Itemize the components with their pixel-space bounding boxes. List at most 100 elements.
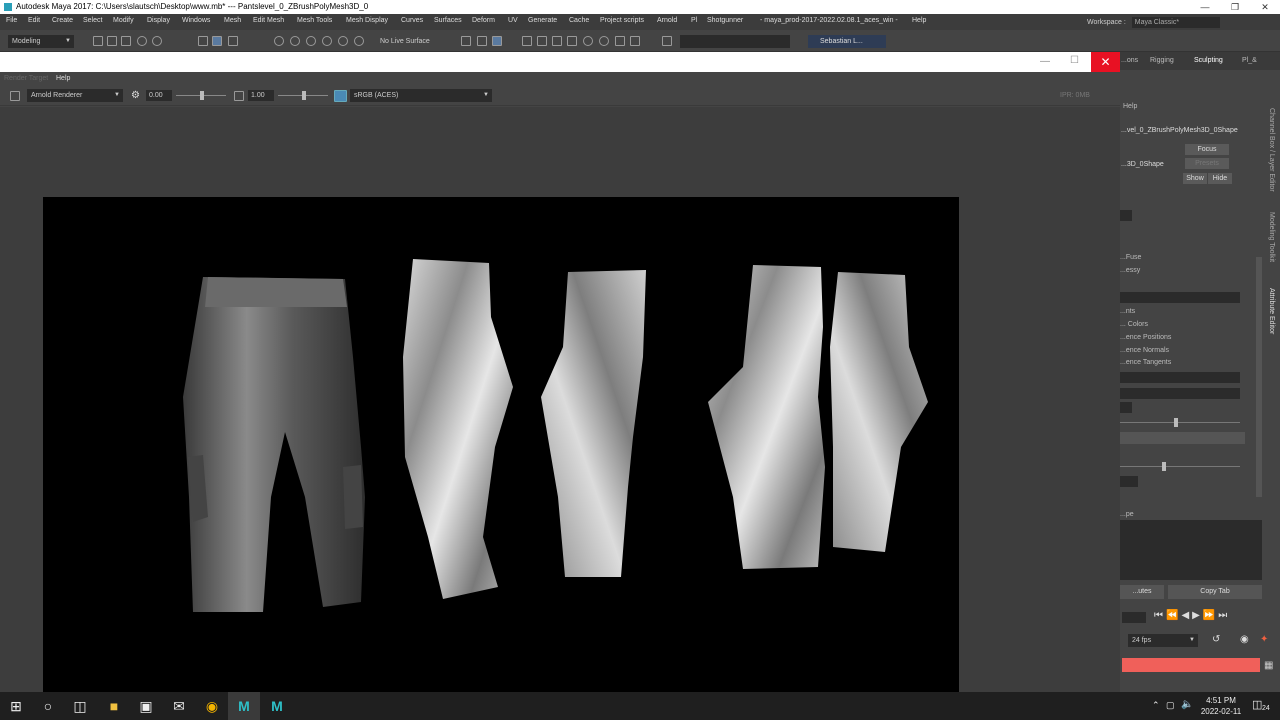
gamma-field[interactable]: 1.00 xyxy=(248,90,274,101)
menu-create[interactable]: Create xyxy=(52,17,73,24)
workspace-dropdown[interactable]: Maya Classic* xyxy=(1131,17,1220,28)
gamma-slider-handle[interactable] xyxy=(302,91,306,100)
menu-modify[interactable]: Modify xyxy=(113,17,134,24)
exposure-slider-handle[interactable] xyxy=(200,91,204,100)
new-scene-icon[interactable] xyxy=(93,36,103,46)
menu-deform[interactable]: Deform xyxy=(472,17,495,24)
close-icon[interactable]: ✕ xyxy=(1250,0,1280,14)
command-line-error-bar[interactable] xyxy=(1122,658,1260,672)
ae-shape-field[interactable]: ...3D_0Shape xyxy=(1121,161,1164,168)
render-settings-icon[interactable] xyxy=(552,36,562,46)
tab-rigging[interactable]: Rigging xyxy=(1150,57,1174,64)
input-line-icon[interactable] xyxy=(662,36,672,46)
render-view-icon[interactable] xyxy=(583,36,593,46)
ae-dropdown-2[interactable] xyxy=(1120,402,1132,413)
menu-cache[interactable]: Cache xyxy=(569,17,589,24)
undo-icon[interactable] xyxy=(137,36,147,46)
taskbar-clock[interactable]: 4:51 PM 2022-02-11 xyxy=(1196,695,1246,717)
tray-chevron-icon[interactable]: ⌃ xyxy=(1152,700,1160,711)
snap-point-icon[interactable] xyxy=(306,36,316,46)
ae-dropdown-3[interactable] xyxy=(1120,476,1138,487)
network-icon[interactable]: ▢ xyxy=(1166,700,1175,711)
script-editor-icon[interactable]: ▦ xyxy=(1264,660,1273,671)
menu-render-target[interactable]: Render Target xyxy=(4,75,48,82)
snap-view-plane-icon[interactable] xyxy=(322,36,332,46)
save-scene-icon[interactable] xyxy=(121,36,131,46)
render-frame-icon[interactable] xyxy=(522,36,532,46)
snap-curve-icon[interactable] xyxy=(290,36,300,46)
menu-display[interactable]: Display xyxy=(147,17,170,24)
current-frame-field[interactable] xyxy=(1122,612,1146,623)
rv-minimize-icon[interactable]: — xyxy=(1040,56,1050,67)
maya-taskbar-icon[interactable]: M xyxy=(228,692,260,720)
ae-field-3[interactable] xyxy=(1120,388,1240,399)
menu-edit[interactable]: Edit xyxy=(28,17,40,24)
task-view-icon[interactable]: ◫ xyxy=(64,692,96,720)
exposure-field[interactable]: 0.00 xyxy=(146,90,172,101)
auto-key-icon[interactable]: ◉ xyxy=(1240,634,1249,645)
file-explorer-icon[interactable]: ■ xyxy=(98,692,130,720)
ae-scrollbar[interactable] xyxy=(1256,257,1262,497)
color-management-icon[interactable] xyxy=(334,90,347,102)
gamma-icon[interactable] xyxy=(234,91,244,101)
redo-icon[interactable] xyxy=(152,36,162,46)
snap-options-icon[interactable] xyxy=(354,36,364,46)
ae-node-tab[interactable]: ...vel_0_ZBrushPolyMesh3D_0Shape xyxy=(1121,127,1238,134)
menu-surfaces[interactable]: Surfaces xyxy=(434,17,462,24)
ae-field-2[interactable] xyxy=(1120,372,1240,383)
menu-file[interactable]: File xyxy=(6,17,17,24)
presets-button[interactable]: Presets xyxy=(1185,158,1229,169)
select-object-icon[interactable] xyxy=(212,36,222,46)
ae-field-1[interactable] xyxy=(1120,292,1240,303)
menu-shotgunner[interactable]: Shotgunner xyxy=(707,17,743,24)
menu-maya-prod[interactable]: - maya_prod-2017-2022.02.08.1_aces_win - xyxy=(760,17,898,24)
focus-button[interactable]: Focus xyxy=(1185,144,1229,155)
chrome-icon[interactable]: ◉ xyxy=(196,692,228,720)
pause-icon[interactable] xyxy=(630,36,640,46)
arnold-render-icon[interactable] xyxy=(599,36,609,46)
menu-mesh[interactable]: Mesh xyxy=(224,17,241,24)
user-account-button[interactable]: Sebastian L... xyxy=(808,35,886,48)
ipr-render-icon[interactable] xyxy=(537,36,547,46)
colorspace-dropdown[interactable]: sRGB (ACES) ▼ xyxy=(350,89,492,102)
input-ops-icon[interactable] xyxy=(461,36,471,46)
menu-windows[interactable]: Windows xyxy=(182,17,210,24)
ae-notes-area[interactable] xyxy=(1120,520,1262,580)
renderer-dropdown[interactable]: Arnold Renderer ▼ xyxy=(27,89,123,102)
fps-dropdown[interactable]: 24 fps ▼ xyxy=(1128,634,1198,647)
render-view-canvas[interactable] xyxy=(0,107,1120,692)
volume-icon[interactable]: 🔈 xyxy=(1181,699,1193,710)
snap-grid-icon[interactable] xyxy=(274,36,284,46)
menu-arnold[interactable]: Arnold xyxy=(657,17,677,24)
live-surface-label[interactable]: No Live Surface xyxy=(380,38,430,45)
menu-set-dropdown[interactable]: Modeling ▼ xyxy=(8,35,74,48)
ae-slider-1[interactable] xyxy=(1120,422,1240,423)
tab-pl[interactable]: Pl_& xyxy=(1242,57,1257,64)
copy-tab-button[interactable]: Copy Tab xyxy=(1168,585,1262,599)
modeling-toolkit-tab[interactable]: Modeling Toolkit xyxy=(1268,212,1275,262)
ae-slider-1-handle[interactable] xyxy=(1174,418,1178,427)
playback-buttons-icon[interactable]: ⏮⏪◀▶⏩⏭ xyxy=(1154,610,1230,621)
menu-project-scripts[interactable]: Project scripts xyxy=(600,17,644,24)
menu-pl[interactable]: Pl xyxy=(691,17,697,24)
rv-maximize-icon[interactable]: ☐ xyxy=(1070,55,1079,66)
hypershade-icon[interactable] xyxy=(567,36,577,46)
rv-menu-help[interactable]: Help xyxy=(56,75,70,82)
mail-icon[interactable]: ✉ xyxy=(163,692,195,720)
snapshot-icon[interactable] xyxy=(615,36,625,46)
minimize-icon[interactable]: — xyxy=(1190,0,1220,14)
open-scene-icon[interactable] xyxy=(107,36,117,46)
ae-slider-2[interactable] xyxy=(1120,466,1240,467)
tab-options[interactable]: ...ons xyxy=(1121,57,1138,64)
notifications-icon[interactable]: ◫ xyxy=(1252,698,1262,711)
tab-sculpting[interactable]: Sculpting xyxy=(1194,57,1223,64)
menu-edit-mesh[interactable]: Edit Mesh xyxy=(253,17,284,24)
loop-icon[interactable]: ↺ xyxy=(1212,634,1220,645)
ae-field-4[interactable] xyxy=(1120,432,1245,444)
hide-button[interactable]: Hide xyxy=(1208,173,1232,184)
ae-menu-help[interactable]: Help xyxy=(1123,103,1137,110)
attributes-button[interactable]: ...utes xyxy=(1120,585,1164,599)
history-toggle-icon[interactable] xyxy=(492,36,502,46)
channel-box-tab[interactable]: Channel Box / Layer Editor xyxy=(1268,108,1275,192)
maya-taskbar-icon-2[interactable]: M xyxy=(261,692,293,720)
